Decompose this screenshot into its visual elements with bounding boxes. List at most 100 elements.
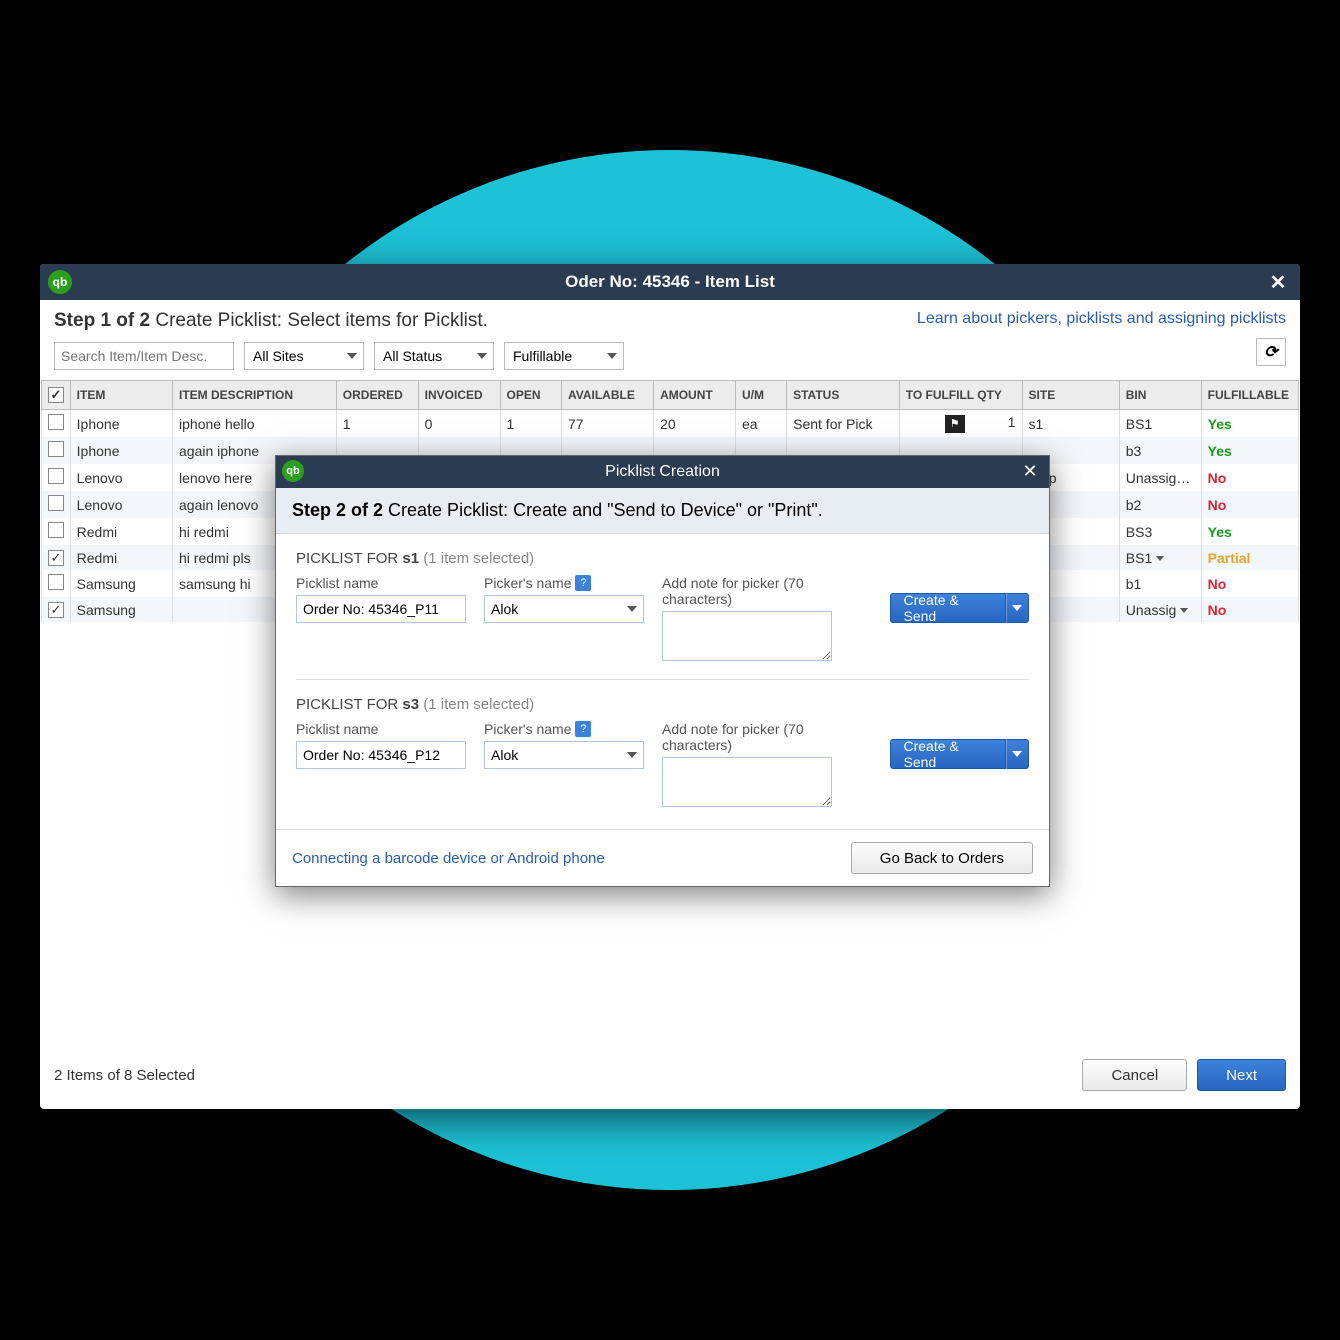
col-header: OPEN (500, 381, 561, 410)
picker-name-dropdown[interactable]: Alok (484, 741, 644, 769)
modal-close-button[interactable]: ✕ (1019, 460, 1041, 482)
caret-icon[interactable] (1156, 556, 1164, 561)
fulfillable-dropdown[interactable]: Fulfillable (504, 342, 624, 370)
selection-status: 2 Items of 8 Selected (54, 1067, 195, 1084)
picklist-group: PICKLIST FOR s3 (1 item selected) Pickli… (296, 696, 1029, 807)
learn-link[interactable]: Learn about pickers, picklists and assig… (917, 310, 1286, 328)
window-close-button[interactable]: ✕ (1266, 270, 1290, 294)
cell: Unassig (1119, 597, 1201, 622)
cell: Yes (1201, 410, 1298, 438)
modal-titlebar: qb Picklist Creation ✕ (276, 456, 1049, 488)
create-send-dropdown[interactable] (1006, 593, 1029, 623)
picker-name-label: Picker's name? (484, 575, 644, 591)
window-titlebar: qb Oder No: 45346 - Item List ✕ (40, 264, 1300, 300)
create-send-button[interactable]: Create & Send (890, 739, 1029, 769)
note-label: Add note for picker (70 characters) (662, 575, 872, 607)
help-icon[interactable]: ? (575, 721, 591, 737)
cell: iphone hello (173, 410, 337, 438)
cell: Samsung (70, 570, 172, 597)
caret-icon (477, 353, 487, 359)
col-header: U/M (735, 381, 786, 410)
caret-icon[interactable] (1180, 608, 1188, 613)
cell: Redmi (70, 518, 172, 545)
create-send-button[interactable]: Create & Send (890, 593, 1029, 623)
note-input[interactable] (662, 611, 832, 661)
cell: ea (735, 410, 786, 438)
window-title: Oder No: 45346 - Item List (565, 272, 775, 292)
col-header: SITE (1022, 381, 1119, 410)
cell: b3 (1119, 437, 1201, 464)
row-checkbox[interactable] (48, 468, 64, 484)
help-icon[interactable]: ? (575, 575, 591, 591)
picklist-name-label: Picklist name (296, 721, 466, 737)
cell: b2 (1119, 491, 1201, 518)
table-row[interactable]: Iphoneiphone hello1017720eaSent for Pick… (42, 410, 1299, 438)
row-checkbox[interactable] (48, 522, 64, 538)
cell (42, 410, 71, 438)
next-button[interactable]: Next (1197, 1059, 1286, 1091)
modal-step-bold: Step 2 of 2 (292, 500, 383, 520)
cell: No (1201, 464, 1298, 491)
fulfill-status: Yes (1208, 416, 1232, 432)
cell: 1 (500, 410, 561, 438)
row-checkbox[interactable] (48, 495, 64, 511)
fulfill-status: No (1208, 470, 1227, 486)
cell: BS1 (1119, 410, 1201, 438)
go-back-button[interactable]: Go Back to Orders (851, 842, 1033, 874)
cell: 20 (654, 410, 736, 438)
cell: Yes (1201, 518, 1298, 545)
fulfill-status: No (1208, 602, 1227, 618)
status-dropdown[interactable]: All Status (374, 342, 494, 370)
row-checkbox[interactable] (48, 441, 64, 457)
refresh-button[interactable]: ⟳ (1256, 338, 1286, 366)
row-checkbox[interactable] (48, 574, 64, 590)
caret-icon (607, 353, 617, 359)
create-send-dropdown[interactable] (1006, 739, 1029, 769)
cell: Lenovo (70, 491, 172, 518)
cell: Yes (1201, 437, 1298, 464)
cell: ✓ (42, 545, 71, 570)
select-all-checkbox[interactable]: ✓ (48, 387, 64, 403)
picklist-name-label: Picklist name (296, 575, 466, 591)
col-header: TO FULFILL QTY (899, 381, 1022, 410)
col-header: ITEM (70, 381, 172, 410)
col-header: BIN (1119, 381, 1201, 410)
cell: No (1201, 570, 1298, 597)
cell: Iphone (70, 437, 172, 464)
sites-dropdown[interactable]: All Sites (244, 342, 364, 370)
step-number: Step 1 of 2 (54, 310, 150, 331)
cell: 77 (561, 410, 653, 438)
picklist-name-input[interactable] (296, 741, 466, 769)
note-input[interactable] (662, 757, 832, 807)
caret-icon (627, 752, 637, 758)
step-header: Step 1 of 2 Create Picklist: Select item… (40, 300, 1300, 338)
cell (42, 464, 71, 491)
fulfill-status: Yes (1208, 524, 1232, 540)
modal-title: Picklist Creation (605, 463, 720, 481)
col-header: AVAILABLE (561, 381, 653, 410)
sites-value: All Sites (253, 348, 304, 364)
picker-name-dropdown[interactable]: Alok (484, 595, 644, 623)
cell (42, 570, 71, 597)
cell: Redmi (70, 545, 172, 570)
search-input[interactable] (54, 342, 234, 370)
connect-device-link[interactable]: Connecting a barcode device or Android p… (292, 850, 605, 867)
cell: 1 (336, 410, 418, 438)
cell: 1 ⚑ (899, 410, 1022, 438)
cell (42, 518, 71, 545)
row-checkbox[interactable]: ✓ (48, 550, 64, 566)
cell: Partial (1201, 545, 1298, 570)
picker-name-label: Picker's name? (484, 721, 644, 737)
row-checkbox[interactable]: ✓ (48, 602, 64, 618)
fulfill-status: Yes (1208, 443, 1232, 459)
status-value: All Status (383, 348, 442, 364)
row-checkbox[interactable] (48, 414, 64, 430)
cell: BS3 (1119, 518, 1201, 545)
step-text: Step 1 of 2 Create Picklist: Select item… (54, 310, 488, 332)
divider (296, 679, 1029, 680)
fulfillable-value: Fulfillable (513, 348, 572, 364)
cell: Iphone (70, 410, 172, 438)
caret-icon (627, 606, 637, 612)
picklist-name-input[interactable] (296, 595, 466, 623)
cancel-button[interactable]: Cancel (1082, 1059, 1187, 1091)
